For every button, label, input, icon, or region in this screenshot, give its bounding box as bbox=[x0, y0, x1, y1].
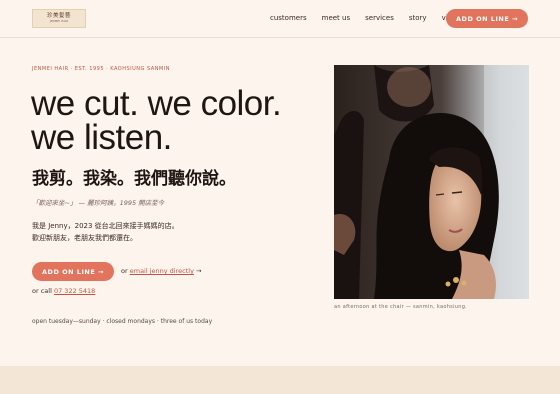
intro-line-2: 歡迎新朋友，老朋友我們都還在。 bbox=[32, 234, 137, 242]
photo-caption: an afternoon at the chair — sanmin, kaoh… bbox=[334, 304, 468, 310]
eyebrow-text: JENMEI HAIR · EST. 1995 · KAOHSIUNG SANM… bbox=[32, 66, 170, 72]
nav-link-meet-us[interactable]: meet us bbox=[322, 14, 351, 22]
add-on-line-button[interactable]: ADD ON LINE → bbox=[32, 262, 114, 281]
nav-link-story[interactable]: story bbox=[409, 14, 427, 22]
or-text: or bbox=[121, 267, 128, 275]
intro-line-1: 我是 Jenny，2023 從台北回來接手媽媽的店。 bbox=[32, 222, 179, 230]
email-jenny-link[interactable]: email jenny directly bbox=[130, 267, 194, 275]
phone-link[interactable]: 07 322 5418 bbox=[54, 287, 95, 295]
headline-line-1: we cut. we color. bbox=[31, 84, 282, 123]
salon-photo bbox=[334, 65, 529, 299]
nav-link-services[interactable]: services bbox=[365, 14, 394, 22]
footer-band bbox=[0, 366, 560, 394]
nav-link-customers[interactable]: customers bbox=[270, 14, 307, 22]
logo-subtitle: JENMEI HAIR bbox=[49, 19, 69, 24]
salon-photo-illustration bbox=[334, 65, 529, 299]
headline-line-2: we listen. bbox=[31, 118, 172, 157]
chinese-headline: 我剪。我染。我們聽你說。 bbox=[32, 169, 236, 189]
call-alternative: or call 07 322 5418 bbox=[32, 287, 95, 295]
add-on-line-nav-button[interactable]: ADD ON LINE → bbox=[446, 9, 528, 28]
intro-text: 我是 Jenny，2023 從台北回來接手媽媽的店。 歡迎新朋友，老朋友我們都還… bbox=[32, 220, 179, 244]
logo[interactable]: 珍美髮藝 JENMEI HAIR bbox=[32, 9, 86, 28]
call-text: or call bbox=[32, 287, 52, 295]
top-nav: 珍美髮藝 JENMEI HAIR customers meet us servi… bbox=[0, 0, 560, 38]
opening-hours: open tuesday—sunday · closed mondays · t… bbox=[32, 318, 213, 325]
founder-quote: 「歡迎來坐~」 — 麗珍阿姨，1995 開店至今 bbox=[32, 199, 165, 207]
hero-headline: we cut. we color. we listen. bbox=[31, 84, 282, 157]
arrow-right-icon: → bbox=[196, 267, 202, 275]
nav-links: customers meet us services story visit bbox=[270, 14, 471, 22]
email-alternative: or email jenny directly → bbox=[121, 267, 201, 275]
